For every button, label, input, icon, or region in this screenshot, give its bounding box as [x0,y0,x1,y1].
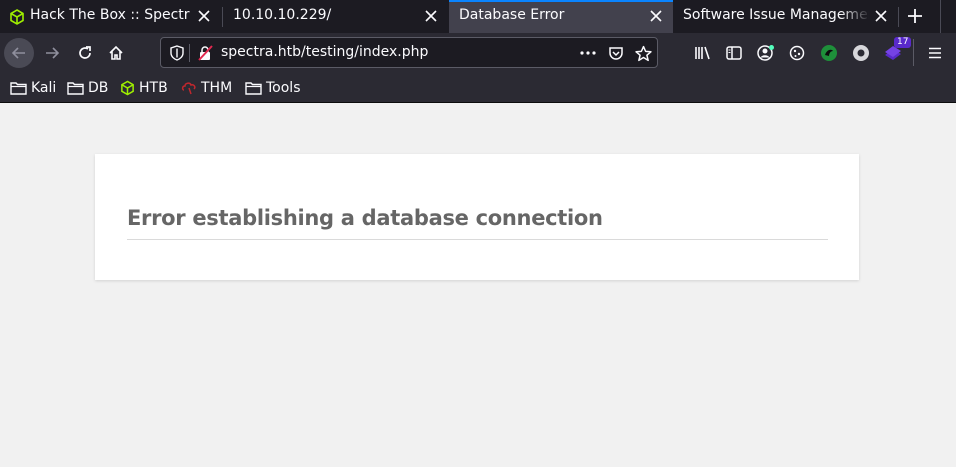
tab-title: 10.10.10.229/ [233,7,332,23]
green-extension-button[interactable] [814,38,844,68]
home-icon [109,45,123,60]
bookmarks-toolbar: Kali DB HTB THM Tools [0,72,956,103]
navigation-toolbar: spectra.htb/testing/index.php 17 [0,33,956,72]
tab-ip-address[interactable]: 10.10.10.229/ [223,0,448,33]
sidebar-button[interactable] [719,38,749,68]
bookmark-star-icon[interactable] [634,44,652,62]
insecure-connection-lock-icon[interactable] [196,44,214,62]
back-arrow-icon [11,47,25,59]
bookmark-kali[interactable]: Kali [10,79,56,97]
extension-badge: 17 [894,37,912,48]
bookmark-label: DB [88,80,109,96]
folder-icon [67,82,84,95]
bookmark-thm[interactable]: THM [181,79,232,97]
folder-icon [10,82,27,95]
tracking-protection-shield-icon[interactable] [168,44,186,62]
bookmark-label: Kali [31,80,57,96]
tab-hack-the-box[interactable]: Hack The Box :: Spectra [0,0,220,33]
bookmark-label: HTB [139,80,168,96]
url-text[interactable]: spectra.htb/testing/index.php [221,44,428,60]
home-button[interactable] [101,38,131,68]
bookmark-tools[interactable]: Tools [245,79,301,97]
tab-database-error[interactable]: Database Error [449,0,673,33]
error-message-box: Error establishing a database connection [95,154,859,280]
folder-icon [245,82,262,95]
cookie-extension-button[interactable] [782,38,812,68]
pocket-icon[interactable] [607,44,625,62]
page-content: Error establishing a database connection [0,104,956,467]
close-tab-icon[interactable] [197,9,211,23]
close-tab-icon[interactable] [649,9,663,23]
thm-icon [181,82,196,95]
tab-title: Database Error [459,7,565,23]
forward-button[interactable] [37,38,67,68]
close-tab-icon[interactable] [424,9,438,23]
error-heading: Error establishing a database connection [127,206,828,240]
close-tab-icon[interactable] [874,9,888,23]
bookmark-db[interactable]: DB [67,79,108,97]
new-tab-button[interactable] [903,4,927,28]
tab-strip: Hack The Box :: Spectra 10.10.10.229/ Da… [0,0,956,33]
circle-extension-icon [853,45,869,61]
bookmark-htb[interactable]: HTB [120,79,168,97]
page-actions-menu-icon[interactable] [579,44,597,62]
cookie-icon [789,45,805,61]
purple-extension-button[interactable]: 17 [878,37,912,68]
reload-icon [79,46,91,59]
account-icon [757,45,774,61]
library-icon [695,46,710,60]
forward-arrow-icon [46,47,60,59]
back-button[interactable] [4,38,34,68]
library-button[interactable] [688,38,718,68]
tab-separator [898,7,899,27]
htb-cube-icon [9,9,25,25]
plus-icon [908,9,922,23]
app-menu-button[interactable] [920,38,950,68]
green-extension-icon [821,45,837,61]
grey-extension-button[interactable] [846,38,876,68]
hamburger-menu-icon [929,47,941,59]
account-button[interactable] [751,38,781,68]
reload-button[interactable] [70,38,100,68]
sidebar-icon [726,46,742,60]
bookmark-label: THM [201,80,233,96]
htb-cube-icon [121,80,134,96]
bookmark-label: Tools [266,80,301,96]
url-bar[interactable]: spectra.htb/testing/index.php [160,37,658,68]
tab-title: Hack The Box :: Spectra [30,7,190,23]
tab-software-issue-management[interactable]: Software Issue Management [674,0,898,33]
